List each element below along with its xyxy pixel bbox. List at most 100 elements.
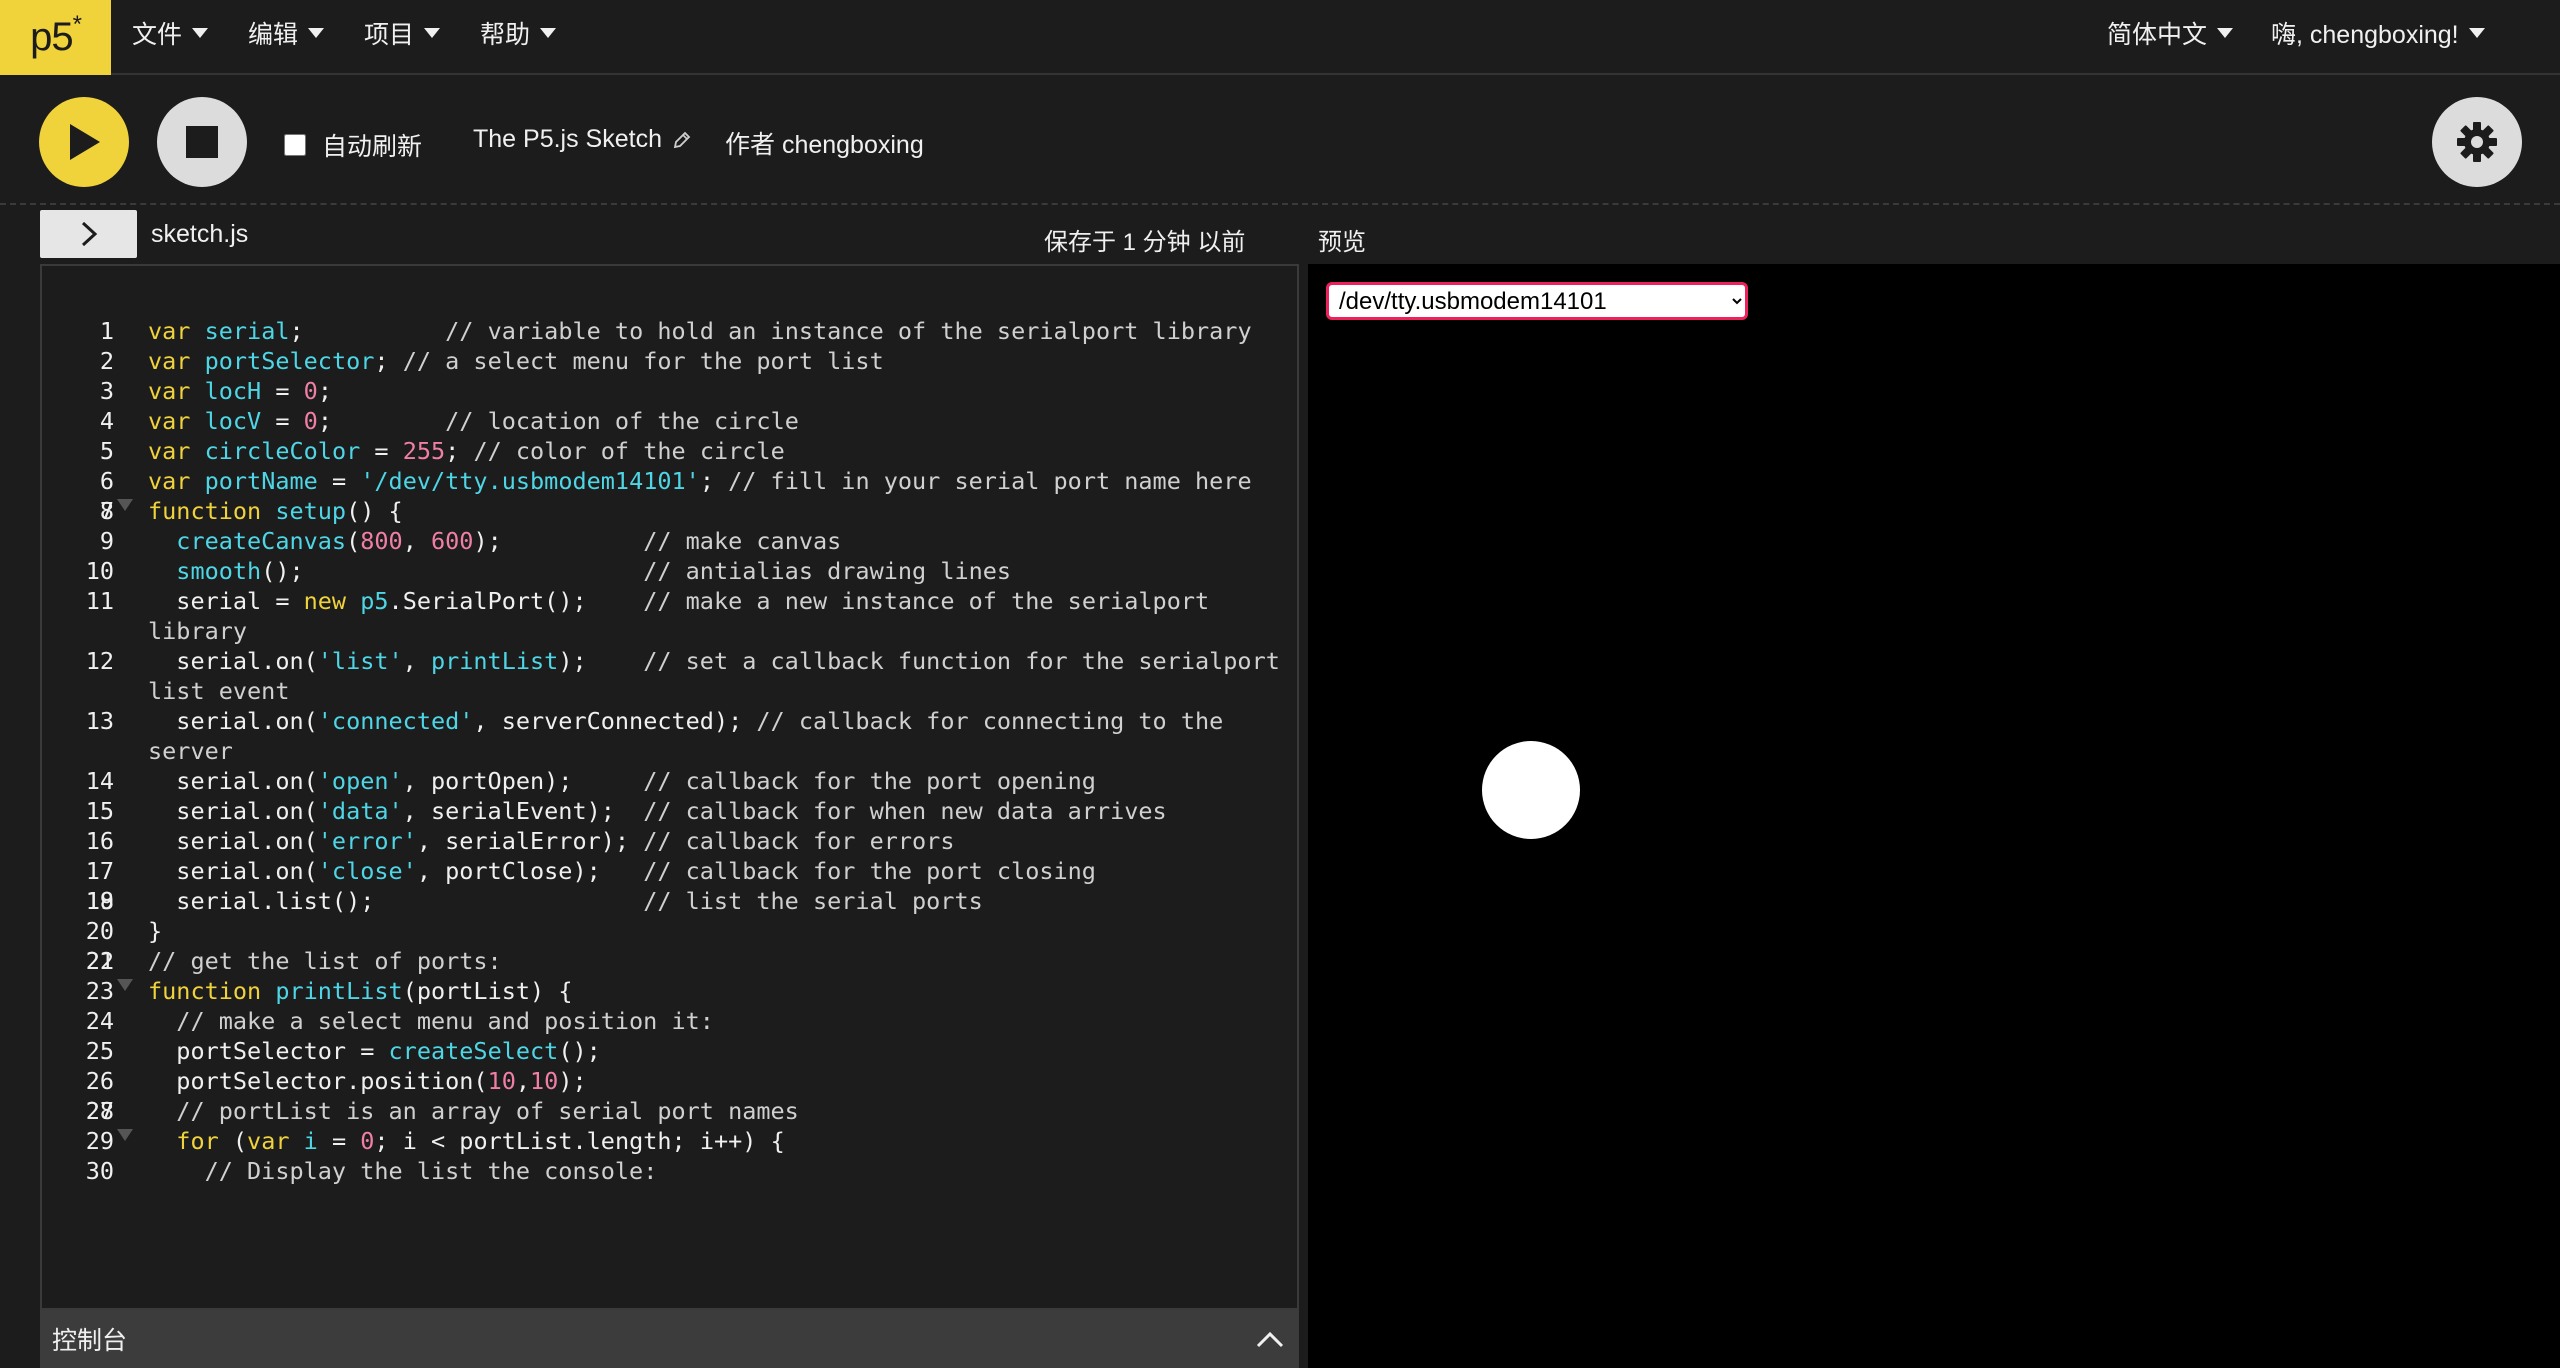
chevron-down-icon xyxy=(424,28,441,38)
top-nav: p5* 文件 编辑 项目 帮助 简体中文 嗨, chengboxing! xyxy=(0,0,2560,75)
chevron-down-icon xyxy=(308,28,325,38)
sketch-name[interactable]: The P5.js Sketch xyxy=(473,125,692,154)
code-line[interactable]: 24 // make a select menu and position it… xyxy=(42,1006,1297,1036)
menu-file[interactable]: 文件 xyxy=(132,0,209,66)
code-text: serial.on('error', serialError); // call… xyxy=(148,827,955,855)
code-line[interactable]: 23 function printList(portList) { xyxy=(42,976,1297,1006)
code-line[interactable]: 15 serial.on('data', serialEvent); // ca… xyxy=(42,796,1297,826)
line-number: 20 xyxy=(85,917,114,945)
code-line[interactable]: 6 var portName = '/dev/tty.usbmodem14101'… xyxy=(42,466,1297,496)
line-number: 28 xyxy=(85,1097,114,1125)
code-text: var serial; // variable to hold an insta… xyxy=(148,317,1252,345)
code-text: function setup() { xyxy=(148,497,403,525)
console-label: 控制台 xyxy=(52,1327,128,1355)
line-number: 9 xyxy=(99,527,114,555)
code-line[interactable]: 1 var serial; // variable to hold an inst… xyxy=(42,316,1297,346)
stop-button[interactable] xyxy=(157,97,247,187)
p5-logo[interactable]: p5* xyxy=(0,0,111,75)
code-text: serial.on('close', portClose); // callba… xyxy=(148,857,1096,885)
code-line[interactable]: 20} xyxy=(42,916,1297,946)
pencil-icon[interactable] xyxy=(672,130,692,150)
code-text: serial.on('open', portOpen); // callback… xyxy=(148,767,1096,795)
line-number: 19 xyxy=(85,887,114,915)
code-line[interactable]: 12 serial.on('list', printList); // set … xyxy=(42,646,1297,706)
line-number: 5 xyxy=(99,437,114,465)
code-text: var portSelector; // a select menu for t… xyxy=(148,347,884,375)
preview-canvas[interactable]: /dev/tty.usbmodem14101 xyxy=(1308,264,2560,1368)
toolbar: 自动刷新 The P5.js Sketch 作者 chengboxing xyxy=(0,75,2560,205)
code-text: serial = new p5.SerialPort(); // make a … xyxy=(148,587,1224,645)
code-line[interactable]: 11 serial = new p5.SerialPort(); // make… xyxy=(42,586,1297,646)
play-button[interactable] xyxy=(39,97,129,187)
code-text: for (var i = 0; i < portList.length; i++… xyxy=(176,1127,785,1155)
line-number: 1 xyxy=(99,317,114,345)
fold-icon[interactable] xyxy=(117,979,133,991)
code-editor[interactable]: 1 var serial; // variable to hold an inst… xyxy=(40,264,1299,1310)
menu-help[interactable]: 帮助 xyxy=(480,0,557,66)
chevron-up-icon[interactable] xyxy=(1255,1329,1285,1349)
chevron-down-icon xyxy=(192,28,209,38)
code-line[interactable]: 2 var portSelector; // a select menu for … xyxy=(42,346,1297,376)
code-text: } xyxy=(148,917,163,945)
code-text: serial.on('list', printList); // set a c… xyxy=(148,647,1295,705)
settings-button[interactable] xyxy=(2432,97,2522,187)
code-line[interactable]: 19 serial.list(); // list the serial por… xyxy=(42,886,1297,916)
code-text: serial.on('connected', serverConnected);… xyxy=(148,707,1238,765)
menu-project[interactable]: 项目 xyxy=(364,0,441,66)
menu-edit[interactable]: 编辑 xyxy=(248,0,325,66)
code-line[interactable]: 3 var locH = 0; xyxy=(42,376,1297,406)
code-text: smooth(); // antialias drawing lines xyxy=(176,557,1012,585)
console-bar[interactable]: 控制台 xyxy=(40,1310,1299,1368)
code-line[interactable]: 5 var circleColor = 255; // color of the … xyxy=(42,436,1297,466)
line-number: 16 xyxy=(85,827,114,855)
user-greeting: 嗨, chengboxing! xyxy=(2271,21,2459,49)
code-line[interactable]: 28 // portList is an array of serial por… xyxy=(42,1096,1297,1126)
autorefresh-toggle[interactable]: 自动刷新 xyxy=(284,127,422,163)
code-text: var circleColor = 255; // color of the c… xyxy=(148,437,785,465)
code-line[interactable]: 9 createCanvas(800, 600); // make canvas xyxy=(42,526,1297,556)
sketch-name-label: The P5.js Sketch xyxy=(473,125,662,153)
code-line[interactable]: 4 var locV = 0; // location of the circle xyxy=(42,406,1297,436)
line-number: 14 xyxy=(85,767,114,795)
code-line[interactable]: 13 serial.on('connected', serverConnecte… xyxy=(42,706,1297,766)
language-menu[interactable]: 简体中文 xyxy=(2107,0,2234,66)
code-line[interactable]: 17 serial.on('close', portClose); // cal… xyxy=(42,856,1297,886)
code-area[interactable]: 1 var serial; // variable to hold an inst… xyxy=(42,316,1297,1186)
chevron-down-icon xyxy=(540,28,557,38)
line-number: 30 xyxy=(85,1157,114,1185)
code-line[interactable]: 10 smooth(); // antialias drawing lines xyxy=(42,556,1297,586)
stop-icon xyxy=(186,126,218,158)
code-text: portSelector = createSelect(); xyxy=(148,1037,601,1065)
code-line[interactable]: 14 serial.on('open', portOpen); // callb… xyxy=(42,766,1297,796)
play-icon xyxy=(70,124,100,160)
port-select[interactable]: /dev/tty.usbmodem14101 xyxy=(1326,282,1748,320)
code-line[interactable]: 26 portSelector.position(10,10); xyxy=(42,1066,1297,1096)
menu-help-label: 帮助 xyxy=(480,21,531,49)
code-line[interactable]: 16 serial.on('error', serialError); // c… xyxy=(42,826,1297,856)
code-text: // get the list of ports: xyxy=(148,947,502,975)
autorefresh-label: 自动刷新 xyxy=(322,133,423,161)
code-text: serial.on('data', serialEvent); // callb… xyxy=(148,797,1167,825)
code-line[interactable]: 22 // get the list of ports: xyxy=(42,946,1297,976)
menu-edit-label: 编辑 xyxy=(248,21,299,49)
line-number: 2 xyxy=(99,347,114,375)
expand-sidebar-button[interactable] xyxy=(40,210,137,258)
line-number: 15 xyxy=(85,797,114,825)
line-number: 4 xyxy=(99,407,114,435)
fold-icon[interactable] xyxy=(117,499,133,511)
file-tab-sketch[interactable]: sketch.js xyxy=(151,220,248,249)
chevron-right-icon xyxy=(81,221,97,247)
fold-icon[interactable] xyxy=(117,1129,133,1141)
code-line[interactable]: 25 portSelector = createSelect(); xyxy=(42,1036,1297,1066)
line-number: 11 xyxy=(85,587,114,615)
line-number: 8 xyxy=(99,497,114,525)
autorefresh-checkbox[interactable] xyxy=(284,134,306,156)
user-menu[interactable]: 嗨, chengboxing! xyxy=(2271,0,2485,66)
code-text: portSelector.position(10,10); xyxy=(148,1067,587,1095)
code-line[interactable]: 29 for (var i = 0; i < portList.length; … xyxy=(42,1126,1297,1156)
code-text: var locV = 0; // location of the circle xyxy=(148,407,799,435)
code-line[interactable]: 30 // Display the list the console: xyxy=(42,1156,1297,1186)
saved-status: 保存于 1 分钟 以前 xyxy=(1044,229,1246,256)
code-line[interactable]: 8 function setup() { xyxy=(42,496,1297,526)
line-number: 3 xyxy=(99,377,114,405)
